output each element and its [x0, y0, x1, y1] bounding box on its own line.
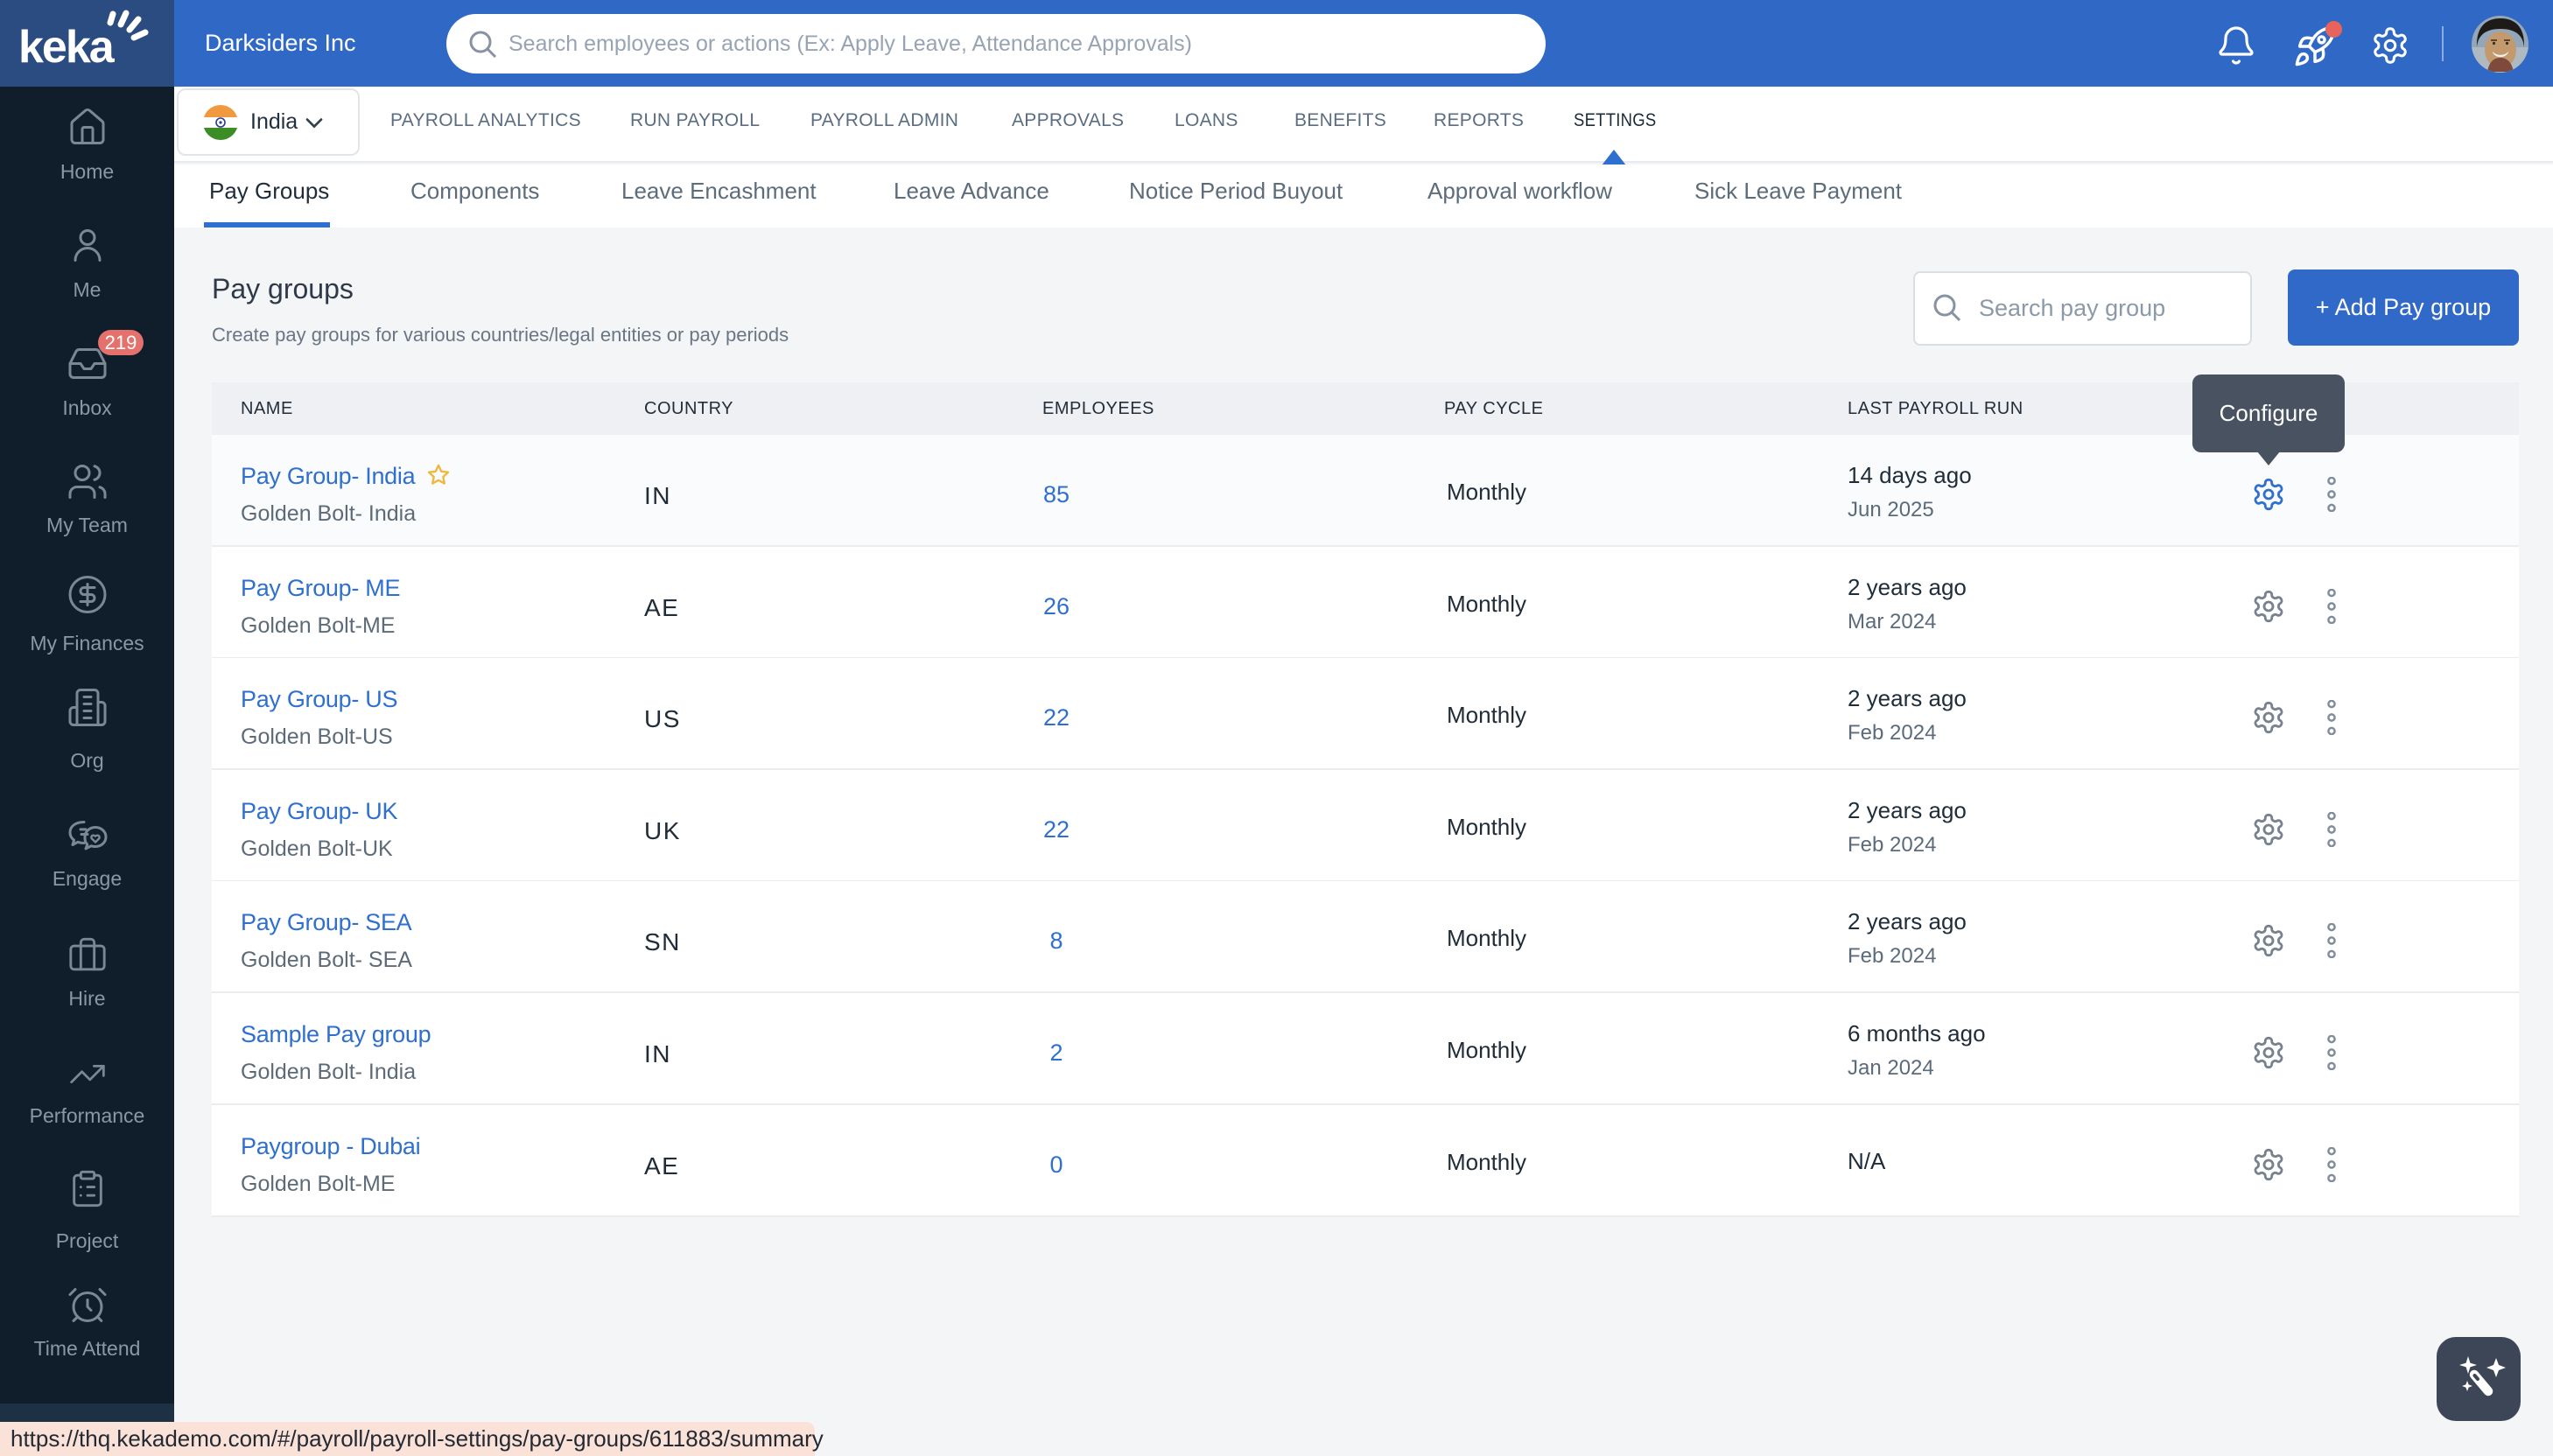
- svg-text:keka: keka: [18, 22, 116, 73]
